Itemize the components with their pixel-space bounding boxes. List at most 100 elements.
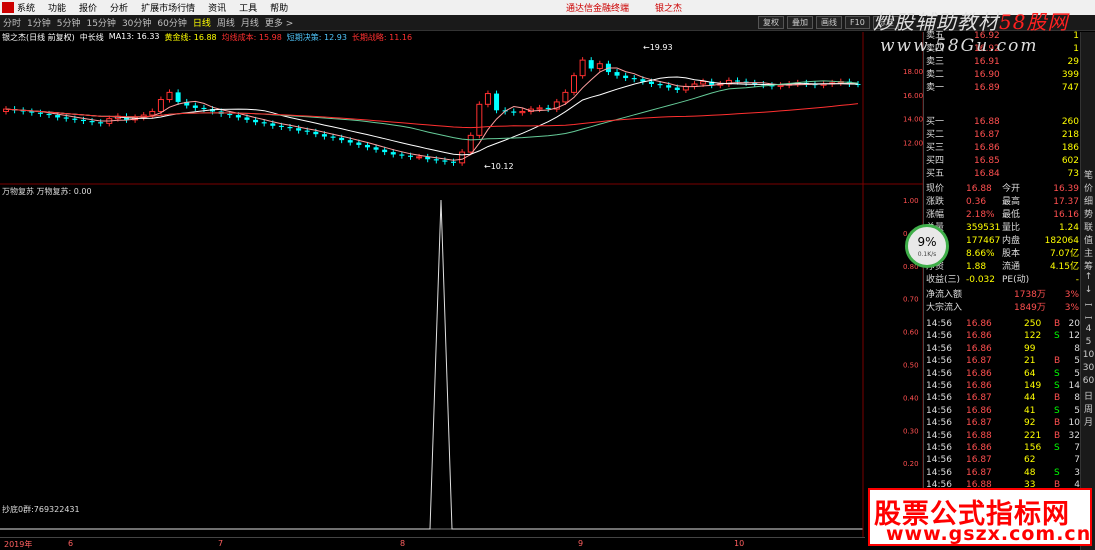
tick-time: 14:56 [926,467,952,478]
menu-help[interactable]: 帮助 [270,1,288,14]
tick-price: 16.86 [966,405,992,416]
draw-button[interactable]: 画线 [816,16,842,29]
side-tab[interactable]: 10 [1082,350,1095,360]
watermark-58gu-url: www.58Gu.com [880,36,1039,56]
candle-body [296,128,302,131]
tick-row: 14:56 16.88 221 B 32 [924,430,1081,443]
candle-body [63,117,69,119]
period-1min[interactable]: 1分钟 [27,16,51,29]
side-tab[interactable]: 价 [1082,181,1095,194]
promo-link[interactable]: 通达信金融终端 [566,1,629,14]
stat-label-2: 股本 [1002,249,1021,259]
candle-body [270,123,276,126]
side-tab[interactable]: 日 [1082,389,1095,402]
menu-system[interactable]: 系统 [17,1,35,14]
candle-body [175,92,181,102]
menu-quote[interactable]: 报价 [79,1,97,14]
side-tab[interactable]: 笔 [1082,168,1095,181]
candle-body [89,121,95,123]
period-5min[interactable]: 5分钟 [57,16,81,29]
side-tab[interactable]: ꟷ [1082,311,1095,324]
menu-news[interactable]: 资讯 [208,1,226,14]
adjust-button[interactable]: 复权 [758,16,784,29]
side-tab[interactable]: 联 [1082,220,1095,233]
tick-price: 16.87 [966,356,992,367]
side-tab[interactable]: ꟷ [1082,298,1095,311]
bid-row: 买五 16.84 73 [924,168,1081,181]
side-tab[interactable]: ↑ [1082,272,1095,282]
candle-body [588,60,594,69]
tick-price: 16.86 [966,331,992,342]
candle-body [484,93,491,105]
period-60min[interactable]: 60分钟 [157,16,186,29]
tick-volume: 92 [1024,418,1036,429]
menu-function[interactable]: 功能 [48,1,66,14]
menu-tools[interactable]: 工具 [239,1,257,14]
tick-side: B [1054,319,1061,329]
stat-row: 涨跌 0.36 最高 17.37 [924,196,1081,209]
side-tab[interactable]: 值 [1082,233,1095,246]
candle-body [287,127,293,129]
side-tab[interactable]: ↓ [1082,285,1095,295]
tick-row: 14:56 16.86 156 S 7 [924,442,1081,455]
tick-row: 14:56 16.86 41 S 5 [924,405,1081,418]
candle-body [72,118,78,120]
tick-row: 14:56 16.86 99 8 [924,343,1081,356]
tick-price: 16.86 [966,368,992,379]
f10-button[interactable]: F10 [845,16,870,29]
stat-value-2: 17.37 [1053,197,1079,207]
side-tab[interactable]: 60 [1082,376,1095,386]
candle-body [261,122,267,124]
period-15min[interactable]: 15分钟 [86,16,115,29]
flow-pct: 3% [1064,290,1079,300]
side-tab[interactable]: 月 [1082,415,1095,428]
tick-row: 14:56 16.86 64 S 5 [924,368,1081,381]
side-tab[interactable]: 周 [1082,402,1095,415]
period-more[interactable]: 更多 > [265,16,293,29]
tick-row: 14:56 16.87 62 7 [924,454,1081,467]
kline-chart[interactable]: 18.0016.0014.0012.00←19.93←10.121.000.90… [0,32,923,537]
app-logo-icon [2,2,14,13]
tick-price: 16.87 [966,467,992,478]
ask-label: 卖一 [926,83,945,93]
period-weekly[interactable]: 周线 [217,16,235,29]
tick-price: 16.87 [966,455,992,466]
flow-row: 净流入额 1738万 3% [924,289,1081,302]
tick-side: S [1054,331,1060,342]
period-intraday[interactable]: 分时 [3,16,21,29]
ma-line-mid [5,80,859,141]
candle-body [777,84,784,87]
tick-side: S [1054,368,1060,379]
speed-percent: 9% [917,235,937,249]
flow-label: 净流入额 [926,290,963,300]
tick-side: B [1054,430,1061,441]
low-annotation: ←10.12 [484,162,514,171]
stat-value-2: - [1075,275,1079,285]
side-tab[interactable]: 4 [1082,324,1095,334]
menu-analysis[interactable]: 分析 [110,1,128,14]
stat-value-2: 7.07亿 [1049,249,1079,259]
stat-value: 2.18% [966,210,995,220]
menu-extended-market[interactable]: 扩展市场行情 [141,1,195,14]
overlay-button[interactable]: 叠加 [787,16,813,29]
speed-rate: 0.1K/s [917,251,937,258]
side-tab[interactable]: 主 [1082,246,1095,259]
side-tab[interactable]: 30 [1082,363,1095,373]
bid-label: 买一 [926,117,945,127]
side-tab[interactable]: 势 [1082,207,1095,220]
side-tabs: 笔价细势联值主筹 ↑ ↓ ꟷ ꟷ 4 5 10 30 60 日周月 [1080,32,1095,550]
period-daily[interactable]: 日线 [193,16,211,29]
candle-body [648,81,654,85]
price-axis-label: 12.00 [903,140,923,148]
candle-body [451,161,457,163]
period-30min[interactable]: 30分钟 [122,16,151,29]
side-tab[interactable]: 筹 [1082,259,1095,272]
side-tab[interactable]: 5 [1082,337,1095,347]
period-monthly[interactable]: 月线 [241,16,259,29]
side-tab[interactable]: 细 [1082,194,1095,207]
watermark-gszx-url: www.gszx.com.cn [886,523,1092,545]
stat-label: 现价 [926,184,945,194]
bid-row: 买二 16.87 218 [924,129,1081,142]
flow-label: 大宗流入 [926,303,963,313]
candle-body [614,72,620,76]
